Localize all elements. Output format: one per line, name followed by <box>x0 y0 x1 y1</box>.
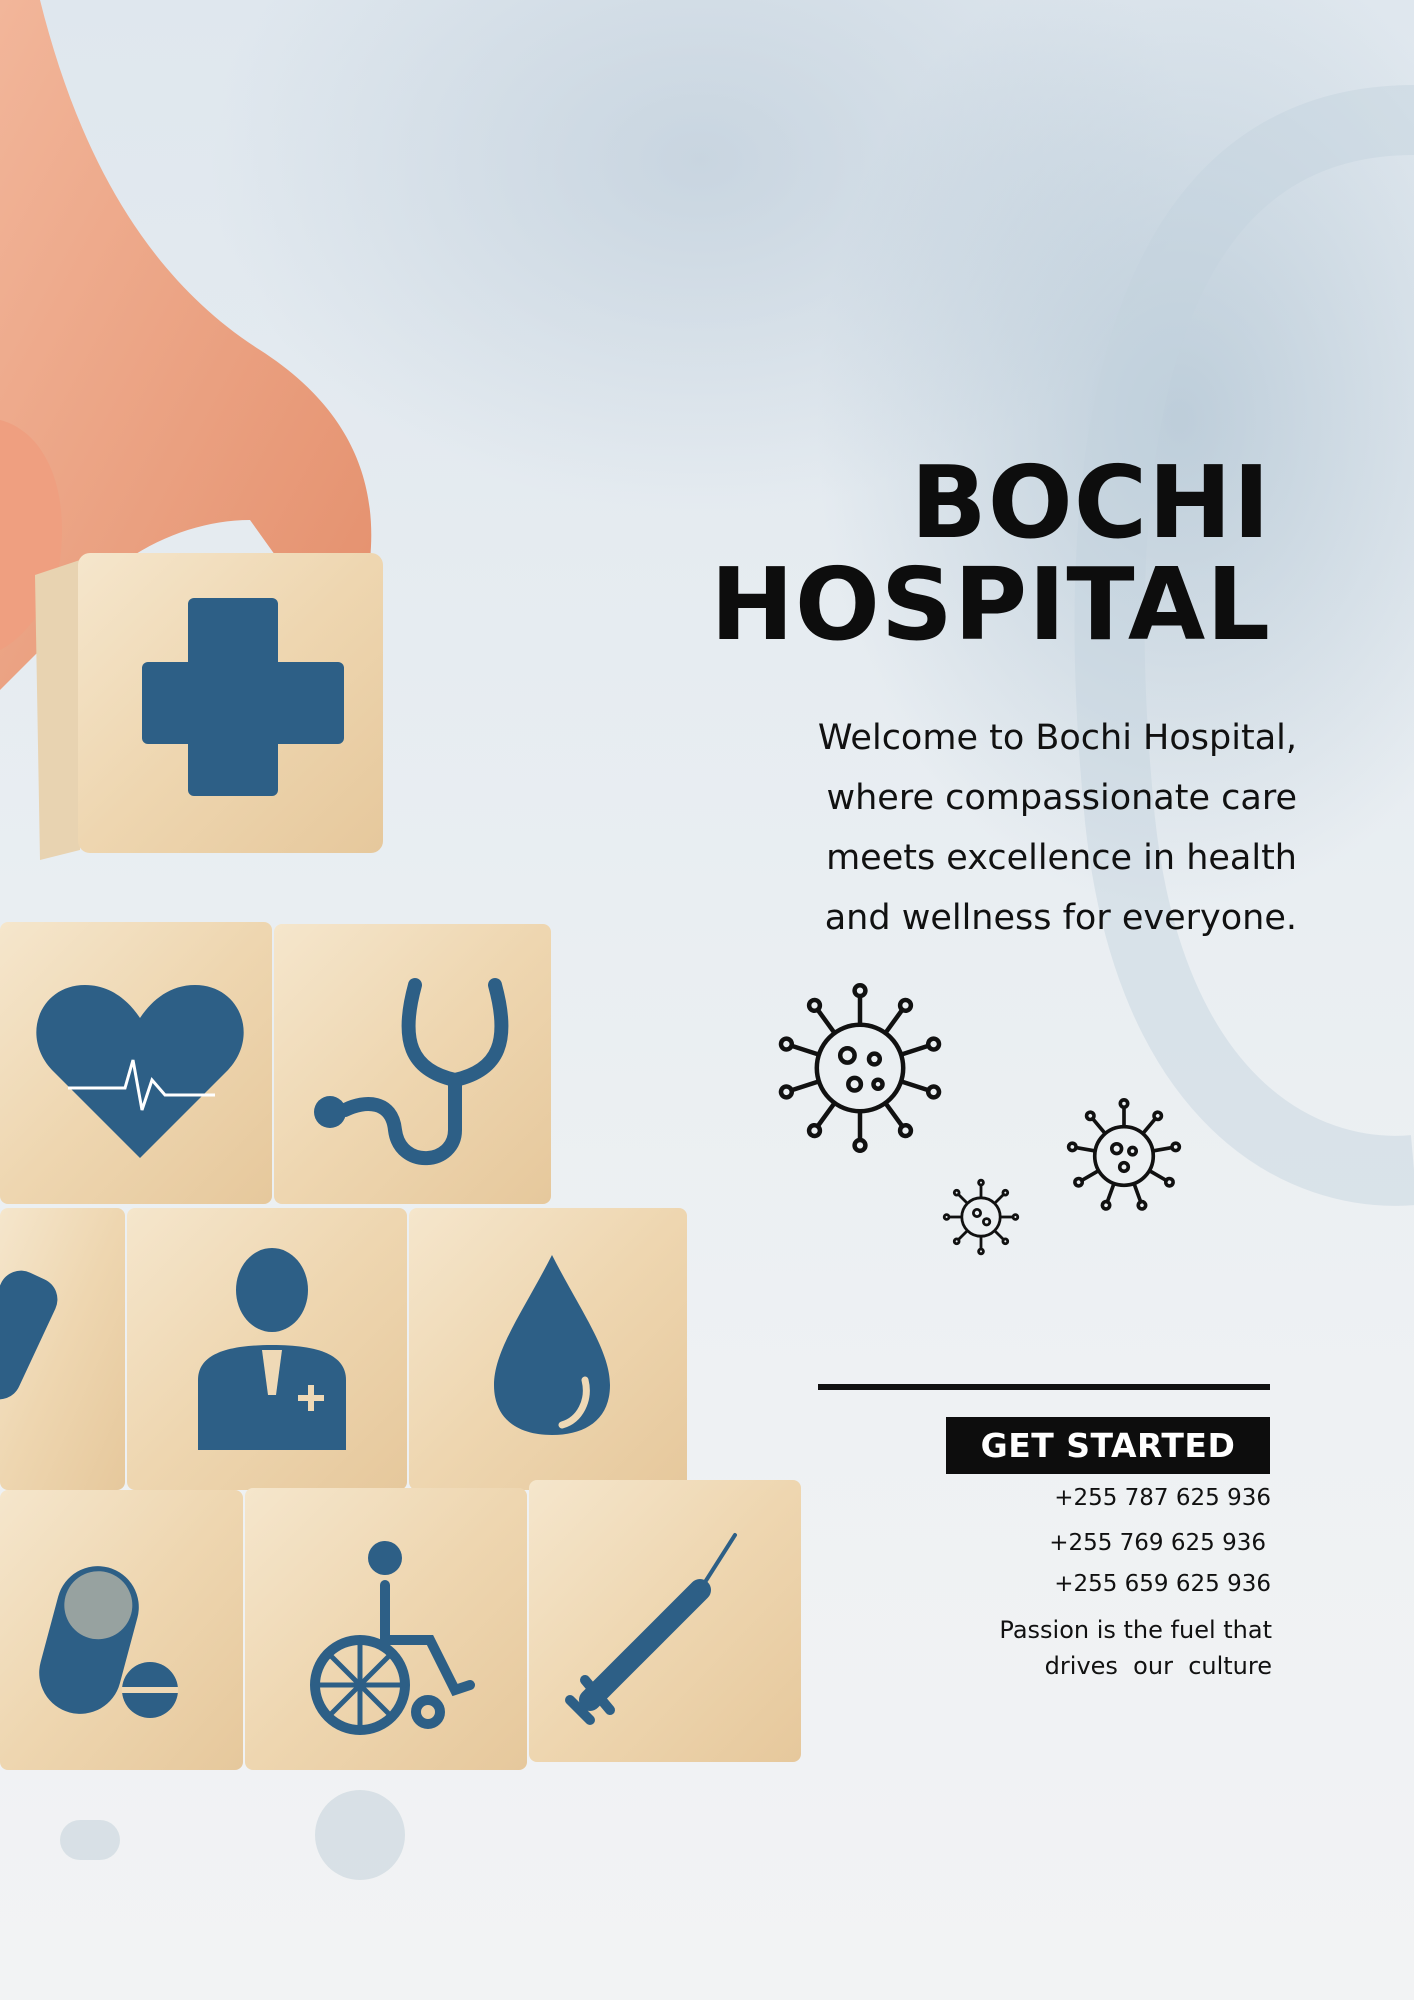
phone-number-3[interactable]: +255 659 625 936 <box>1054 1571 1271 1597</box>
block-stethoscope <box>274 924 551 1204</box>
tagline: Passion is the fuel that drives our cult… <box>852 1612 1272 1684</box>
plus-block <box>35 553 383 860</box>
block-wheelchair <box>245 1488 527 1770</box>
divider-line <box>818 1384 1270 1390</box>
tagline-line-1: Passion is the fuel that <box>999 1616 1272 1644</box>
hospital-title: BOCHI HOSPITAL <box>710 452 1271 656</box>
background-photo <box>0 0 1414 1880</box>
get-started-button[interactable]: GET STARTED <box>946 1417 1270 1474</box>
intro-line-1: Welcome to Bochi Hospital, <box>817 718 1297 758</box>
title-line-2: HOSPITAL <box>710 546 1271 663</box>
phone-number-2[interactable]: +255 769 625 936 <box>1049 1530 1266 1556</box>
title-line-1: BOCHI <box>910 444 1271 561</box>
block-bandage <box>0 1208 125 1490</box>
block-pill <box>0 1490 243 1770</box>
intro-text: Welcome to Bochi Hospital, where compass… <box>677 708 1297 948</box>
block-doctor <box>127 1208 407 1490</box>
virus-icon <box>942 1178 1020 1256</box>
phone-number-1[interactable]: +255 787 625 936 <box>1054 1485 1271 1511</box>
poster: BOCHI HOSPITAL Welcome to Bochi Hospital… <box>0 0 1414 2000</box>
block-syringe <box>529 1480 801 1762</box>
intro-line-3: meets excellence in health <box>826 838 1297 878</box>
intro-line-2: where compassionate care <box>826 778 1297 818</box>
virus-icon <box>1066 1098 1182 1211</box>
block-drop <box>409 1208 687 1490</box>
block-heart <box>0 922 272 1204</box>
virus-icon <box>778 982 942 1154</box>
tagline-line-2: drives our culture <box>1044 1652 1272 1680</box>
intro-line-4: and wellness for everyone. <box>824 898 1297 938</box>
